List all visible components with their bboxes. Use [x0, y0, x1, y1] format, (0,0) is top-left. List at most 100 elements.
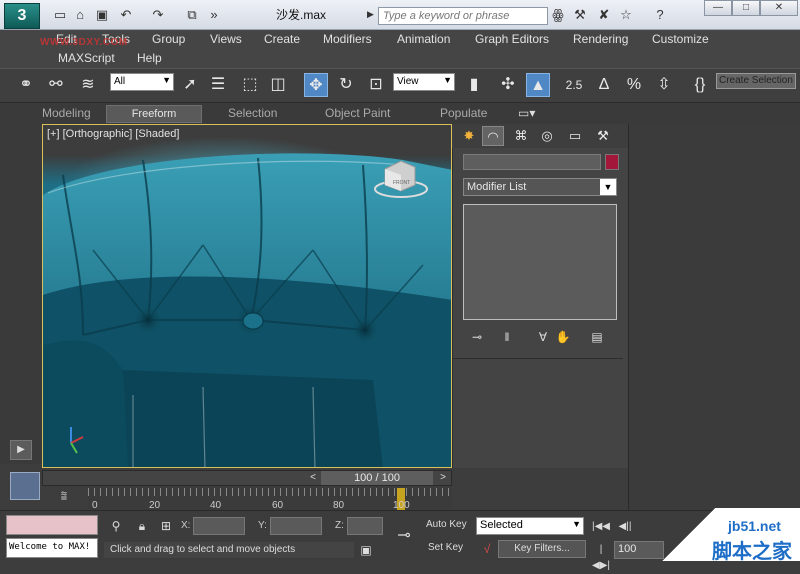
maximize-button[interactable]: □	[732, 0, 760, 16]
z-coordinate-field[interactable]	[347, 517, 383, 535]
make-unique-icon[interactable]: ∀	[533, 328, 553, 346]
new-icon[interactable]: ▭	[52, 7, 68, 23]
angle-snap-icon[interactable]: ∆	[592, 73, 616, 97]
save-icon[interactable]: ▣	[94, 7, 110, 23]
key-selection-set-dropdown[interactable]: Selected ▼	[476, 517, 584, 535]
help-icon[interactable]: ?	[652, 7, 668, 23]
modifier-list-dropdown[interactable]: Modifier List ▼	[463, 178, 617, 196]
maxscript-listener-output[interactable]: Welcome to MAX!	[6, 538, 98, 558]
selection-lock-icon[interactable]: 🔒︎	[134, 518, 150, 534]
time-slider-thumb[interactable]: 100 / 100	[321, 471, 433, 485]
select-object-icon[interactable]: ➚	[178, 73, 202, 97]
key-mode-toggle-icon[interactable]: |◀▶|	[592, 542, 610, 571]
jb51-url: jb51.net	[728, 518, 781, 534]
remove-modifier-icon[interactable]: ✋	[553, 328, 573, 346]
menu-modifiers[interactable]: Modifiers	[323, 31, 372, 47]
time-slider-prev-icon[interactable]: <	[305, 471, 321, 485]
more-icon[interactable]: »	[206, 7, 222, 23]
configure-sets-icon[interactable]: ▤	[587, 328, 607, 346]
search-input[interactable]: Type a keyword or phrase	[378, 7, 548, 25]
tab-freeform[interactable]: Freeform	[106, 105, 202, 123]
menu-maxscript[interactable]: MAXScript	[58, 50, 115, 66]
create-tab-icon[interactable]: ✸	[458, 126, 480, 146]
hierarchy-tab-icon[interactable]: ⌘	[510, 126, 532, 146]
window-crossing-icon[interactable]: ◫	[266, 73, 290, 97]
add-time-tag-icon[interactable]: ▣	[358, 542, 374, 558]
create-selection-set-field[interactable]: Create Selection	[716, 73, 796, 89]
edit-named-selection-icon[interactable]: {}	[688, 73, 712, 97]
undo-icon[interactable]: ↶	[118, 7, 134, 23]
menu-views[interactable]: Views	[210, 31, 242, 47]
unlink-icon[interactable]: ⚯	[44, 73, 68, 97]
show-end-result-icon[interactable]: ‖	[497, 328, 517, 346]
motion-tab-icon[interactable]: ◎	[536, 126, 558, 146]
tab-modeling[interactable]: Modeling	[42, 106, 91, 120]
selection-filter-dropdown[interactable]: All ▼	[110, 73, 174, 91]
tab-populate[interactable]: Populate	[440, 106, 487, 120]
communication-icon[interactable]: ✘	[596, 7, 612, 23]
object-color-swatch[interactable]	[605, 154, 619, 170]
play-preview-icon[interactable]: ▶	[10, 440, 32, 460]
x-coordinate-field[interactable]	[193, 517, 245, 535]
default-tangent-icon[interactable]: √	[479, 541, 495, 557]
pin-stack-icon[interactable]: ⊸	[467, 328, 487, 346]
minimize-button[interactable]: —	[704, 0, 732, 16]
mini-listener-square[interactable]	[10, 472, 40, 500]
snap-toggle-icon[interactable]: 2.5	[562, 73, 586, 97]
binoculars-icon[interactable]: ꙮ	[550, 7, 566, 23]
app-logo-button[interactable]: 3	[4, 3, 40, 29]
key-filters-button[interactable]: Key Filters...	[498, 540, 586, 558]
move-icon[interactable]: ✥	[304, 73, 328, 97]
menu-customize[interactable]: Customize	[652, 31, 709, 47]
tab-selection[interactable]: Selection	[228, 106, 277, 120]
link-icon[interactable]: ⚭	[14, 73, 38, 97]
open-icon[interactable]: ⌂	[72, 7, 88, 23]
time-slider-next-icon[interactable]: >	[435, 471, 451, 485]
search-expand-icon[interactable]: ▶	[367, 9, 374, 20]
utilities-tab-icon[interactable]: ⚒	[592, 126, 614, 146]
select-manipulate-icon[interactable]: ✣	[496, 73, 520, 97]
menu-animation[interactable]: Animation	[397, 31, 450, 47]
auto-key-button[interactable]: Auto Key	[426, 517, 472, 535]
maxscript-listener-input[interactable]	[6, 515, 98, 535]
set-key-mode-icon[interactable]: ⊸	[392, 525, 416, 547]
menu-group[interactable]: Group	[152, 31, 185, 47]
rotate-icon[interactable]: ↻	[334, 73, 358, 97]
go-to-start-icon[interactable]: |◀◀	[592, 519, 610, 535]
rect-selection-icon[interactable]: ⬚	[238, 73, 262, 97]
viewport-label[interactable]: [+] [Orthographic] [Shaded]	[47, 128, 179, 140]
percent-snap-icon[interactable]: %	[622, 73, 646, 97]
pivot-center-icon[interactable]: ▮	[462, 73, 486, 97]
subscription-icon[interactable]: ⚒	[572, 7, 588, 23]
previous-frame-icon[interactable]: ◀||	[616, 519, 634, 535]
current-frame-field[interactable]: 100	[614, 541, 664, 559]
viewport-orthographic[interactable]: [+] [Orthographic] [Shaded] FRONT	[42, 124, 452, 468]
y-coordinate-field[interactable]	[270, 517, 322, 535]
project-folder-icon[interactable]: ⧉	[184, 7, 200, 23]
menu-graph-editors[interactable]: Graph Editors	[475, 31, 549, 47]
set-key-button[interactable]: Set Key	[428, 540, 472, 558]
close-button[interactable]: ✕	[760, 0, 798, 16]
absolute-mode-icon[interactable]: ⊞	[158, 518, 174, 534]
keyboard-shortcut-toggle-icon[interactable]: ▲	[526, 73, 550, 97]
viewcube-icon[interactable]: FRONT	[373, 155, 443, 205]
display-tab-icon[interactable]: ▭	[564, 126, 586, 146]
menu-create[interactable]: Create	[264, 31, 300, 47]
modify-tab-icon[interactable]: ◠	[482, 126, 504, 146]
object-name-field[interactable]	[463, 154, 601, 170]
bind-spacewarp-icon[interactable]: ≋	[76, 73, 100, 97]
ribbon-options-icon[interactable]: ▭▾	[518, 106, 535, 120]
scale-icon[interactable]: ⊡	[364, 73, 388, 97]
isolate-selection-icon[interactable]: ⚲	[108, 518, 124, 534]
redo-icon[interactable]: ↷	[150, 7, 166, 23]
menu-rendering[interactable]: Rendering	[573, 31, 628, 47]
reference-coordinate-dropdown[interactable]: View ▼	[393, 73, 455, 91]
tab-object-paint[interactable]: Object Paint	[325, 106, 390, 120]
select-by-name-icon[interactable]: ☰	[206, 73, 230, 97]
spinner-snap-icon[interactable]: ⇳	[652, 73, 676, 97]
time-slider[interactable]: < 100 / 100 >	[42, 470, 452, 486]
menu-help[interactable]: Help	[137, 50, 162, 66]
mini-curve-editor-icon[interactable]: ⩰	[54, 490, 74, 508]
modifier-stack[interactable]	[463, 204, 617, 320]
favorites-icon[interactable]: ☆	[618, 7, 634, 23]
